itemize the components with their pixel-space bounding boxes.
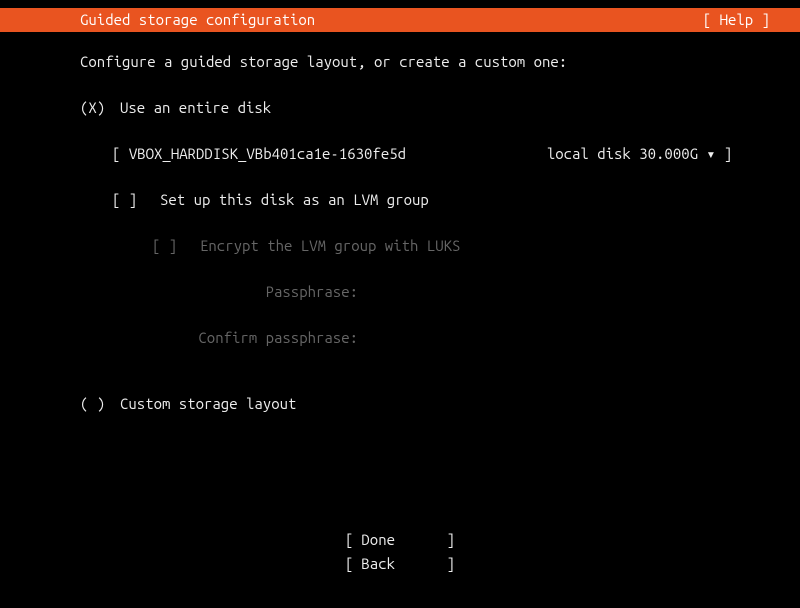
done-label: Done <box>353 528 446 552</box>
back-label: Back <box>353 552 446 576</box>
radio-mark-icon: (X) <box>80 96 120 120</box>
checkbox-lvm[interactable]: [ ] Set up this disk as an LVM group <box>80 188 800 212</box>
disk-desc: local disk 30.000G <box>547 142 698 166</box>
back-button[interactable]: [ Back ] <box>345 552 455 576</box>
page-title: Guided storage configuration <box>80 8 315 32</box>
done-button[interactable]: [ Done ] <box>345 528 455 552</box>
passphrase-label: Passphrase: <box>190 280 358 304</box>
confirm-passphrase-field: Confirm passphrase: <box>80 326 800 350</box>
checkbox-mark-icon: [ ] <box>152 234 200 258</box>
radio-custom-layout[interactable]: ( ) Custom storage layout <box>80 392 800 416</box>
disk-name: VBOX_HARDDISK_VBb401ca1e-1630fe5d <box>129 142 547 166</box>
chevron-down-icon: ▾ <box>706 142 715 166</box>
bracket-open: [ <box>112 142 120 166</box>
radio-label: Custom storage layout <box>120 392 296 416</box>
footer: [ Done ] [ Back ] <box>0 528 800 576</box>
passphrase-field: Passphrase: <box>80 280 800 304</box>
disk-selector[interactable]: [ VBOX_HARDDISK_VBb401ca1e-1630fe5d loca… <box>80 142 800 166</box>
help-button[interactable]: [ Help ] <box>703 8 770 32</box>
main-content: Configure a guided storage layout, or cr… <box>0 32 800 416</box>
radio-use-entire-disk[interactable]: (X) Use an entire disk <box>80 96 800 120</box>
radio-mark-icon: ( ) <box>80 392 120 416</box>
intro-text: Configure a guided storage layout, or cr… <box>80 50 800 74</box>
header-bar: Guided storage configuration [ Help ] <box>0 8 800 32</box>
checkbox-luks: [ ] Encrypt the LVM group with LUKS <box>80 234 800 258</box>
checkbox-label: Set up this disk as an LVM group <box>160 188 429 212</box>
radio-label: Use an entire disk <box>120 96 271 120</box>
bracket-close: ] <box>724 142 732 166</box>
checkbox-label: Encrypt the LVM group with LUKS <box>200 234 460 258</box>
confirm-passphrase-label: Confirm passphrase: <box>190 326 358 350</box>
checkbox-mark-icon: [ ] <box>112 188 160 212</box>
